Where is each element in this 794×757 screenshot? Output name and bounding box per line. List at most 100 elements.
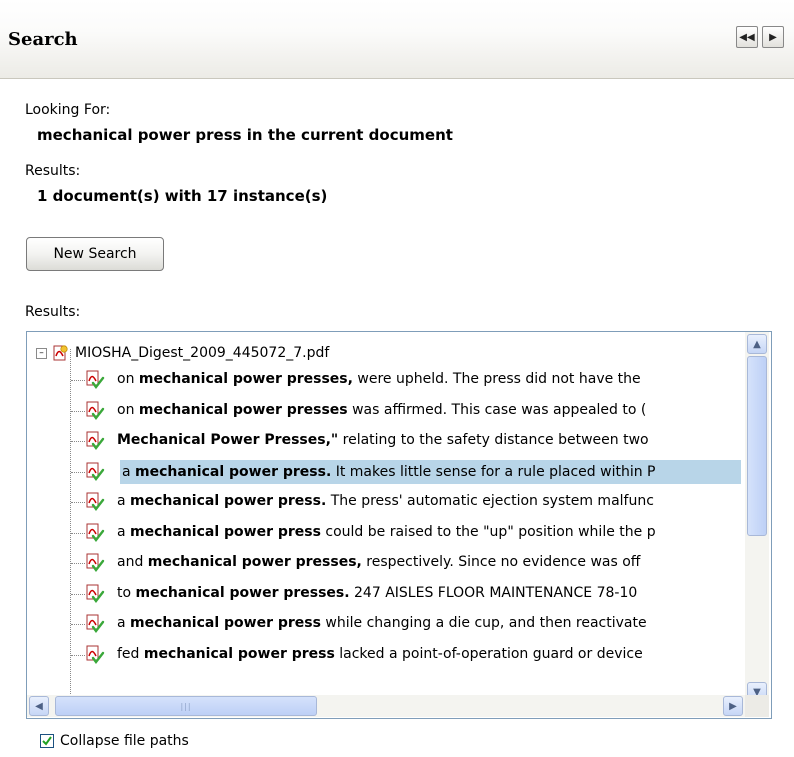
collapse-toggle-icon[interactable]: – [36,347,47,359]
snippet-match: mechanical power press [130,523,321,540]
scroll-left-button[interactable]: ◀ [29,696,49,716]
chevron-right-icon: ▶ [769,31,777,43]
search-panel-header: Search ◀◀ ▶ [0,0,794,79]
pdf-check-icon [86,462,105,481]
pdf-check-icon [86,370,105,389]
pdf-check-icon [86,401,105,420]
pdf-check-icon [86,431,105,450]
scroll-right-button[interactable]: ▶ [723,696,743,716]
result-snippet: a mechanical power press. The press' aut… [117,493,654,509]
result-snippet: a mechanical power press could be raised… [117,524,656,540]
results-summary: 1 document(s) with 17 instance(s) [37,187,328,205]
snippet-match: mechanical power presses [138,401,348,418]
result-row[interactable]: Mechanical Power Presses," relating to t… [27,426,741,456]
results-list: on mechanical power presses, were upheld… [27,365,741,707]
result-snippet: fed mechanical power press lacked a poin… [117,646,643,662]
chevron-left-icon: ◀ [35,700,43,712]
snippet-suffix: It makes little sense for a rule placed … [331,463,656,480]
tree-connector [71,471,85,473]
collapse-paths-option[interactable]: Collapse file paths [40,733,189,749]
panel-title: Search [8,29,78,50]
new-search-button[interactable]: New Search [26,237,164,271]
snippet-prefix: a [117,523,131,540]
snippet-match: mechanical power presses, [138,371,353,387]
result-row[interactable]: a mechanical power press. It makes littl… [27,457,741,487]
scroll-up-button[interactable]: ▲ [747,334,767,354]
snippet-suffix: 247 AISLES FLOOR MAINTENANCE 78-10 [349,584,638,601]
pdf-check-icon [86,614,105,633]
results-label: Results: [25,163,81,179]
tree-connector [71,593,85,595]
snippet-prefix: a [122,463,136,480]
pdf-file-icon [53,345,68,361]
expand-panel-button[interactable]: ▶ [762,26,784,48]
result-row[interactable]: a mechanical power press. The press' aut… [27,487,741,517]
snippet-match: mechanical power presses. [135,584,350,601]
scrollbar-corner [745,695,769,717]
pdf-check-icon [86,584,105,603]
chevron-right-icon: ▶ [729,700,737,712]
horizontal-scrollbar[interactable]: ◀ ||| ▶ [27,695,745,717]
result-snippet: a mechanical power press. It makes littl… [120,459,741,484]
snippet-suffix: was affirmed. This case was appealed to … [347,401,647,418]
snippet-match: Mechanical Power Presses," [117,432,339,448]
snippet-suffix: lacked a point-of-operation guard or dev… [334,645,643,662]
snippet-prefix: to [117,584,136,601]
root-file-name: MIOSHA_Digest_2009_445072_7.pdf [75,345,330,361]
result-row[interactable]: fed mechanical power press lacked a poin… [27,640,741,670]
snippet-match: mechanical power press [130,615,321,631]
result-row[interactable]: and mechanical power presses, respective… [27,548,741,578]
snippet-suffix: while changing a die cup, and then react… [320,615,647,631]
tree-connector [71,532,85,534]
double-chevron-left-icon: ◀◀ [739,31,755,43]
pdf-check-icon [86,553,105,572]
tree-connector [71,441,85,442]
vertical-scrollbar[interactable]: ▲ ▼ [745,332,769,704]
chevron-up-icon: ▲ [753,338,761,350]
results-list-label: Results: [25,304,81,320]
tree-connector [71,380,85,381]
result-row[interactable]: a mechanical power press while changing … [27,609,741,639]
snippet-match: mechanical power press. [130,493,327,509]
result-snippet: on mechanical power presses was affirmed… [117,402,646,418]
snippet-prefix: on [117,371,139,387]
result-row[interactable]: a mechanical power press could be raised… [27,518,741,548]
snippet-match: mechanical power press. [135,463,332,480]
looking-for-label: Looking For: [25,102,111,118]
snippet-prefix: and [117,554,148,570]
snippet-suffix: respectively. Since no evidence was off [361,554,641,570]
vertical-scroll-thumb[interactable] [747,356,767,536]
snippet-suffix: could be raised to the "up" position whi… [320,523,656,540]
tree-connector [71,502,85,503]
tree-connector [71,624,85,625]
result-row[interactable]: on mechanical power presses, were upheld… [27,365,741,395]
snippet-suffix: relating to the safety distance between … [338,432,649,448]
pdf-check-icon [86,492,105,511]
snippet-match: mechanical power press [143,645,335,662]
result-snippet: a mechanical power press while changing … [117,615,647,631]
collapse-paths-checkbox[interactable] [40,734,54,748]
snippet-prefix: a [117,493,131,509]
checkmark-icon [42,736,52,746]
tree-root-file[interactable]: – MIOSHA_Digest_2009_445072_7.pdf [36,342,329,364]
snippet-prefix: fed [117,645,144,662]
snippet-suffix: were upheld. The press did not have the [352,371,641,387]
tree-connector [71,654,85,656]
tree-connector [71,410,85,412]
snippet-suffix: The press' automatic ejection system mal… [326,493,654,509]
collapse-paths-label: Collapse file paths [60,733,189,749]
result-snippet: on mechanical power presses, were upheld… [117,371,641,387]
pdf-check-icon [86,645,105,664]
result-snippet: to mechanical power presses. 247 AISLES … [117,585,637,601]
collapse-panel-button[interactable]: ◀◀ [736,26,758,48]
pdf-check-icon [86,523,105,542]
result-snippet: and mechanical power presses, respective… [117,554,640,570]
result-row[interactable]: on mechanical power presses was affirmed… [27,396,741,426]
tree-connector [71,563,85,564]
grip-icon: ||| [180,701,192,711]
looking-for-value: mechanical power press in the current do… [37,126,453,144]
snippet-match: mechanical power presses, [147,554,362,570]
horizontal-scroll-thumb[interactable]: ||| [55,696,317,716]
result-row[interactable]: to mechanical power presses. 247 AISLES … [27,579,741,609]
snippet-prefix: a [117,615,131,631]
